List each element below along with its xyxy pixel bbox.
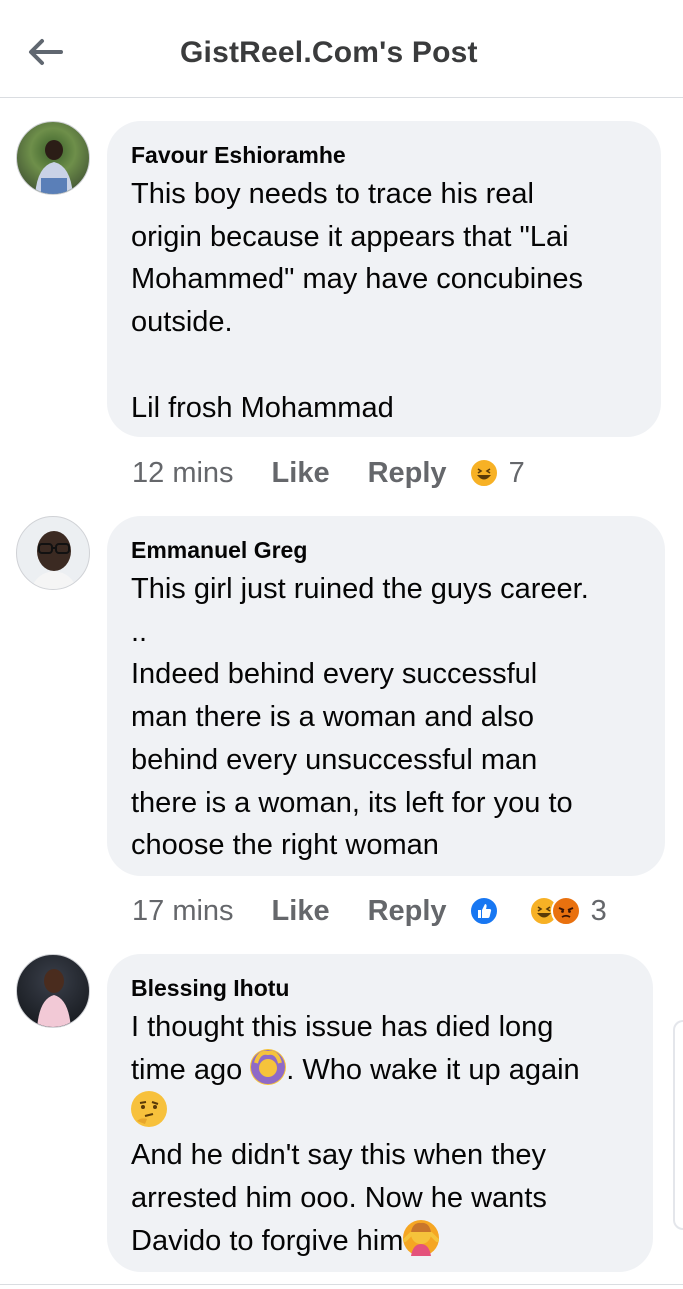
comment-text: I thought this issue has died long time … <box>131 1006 629 1262</box>
comment-author[interactable]: Blessing Ihotu <box>131 974 629 1002</box>
comment-text-line: Davido to forgive him <box>131 1224 404 1257</box>
scroll-edge-indicator <box>673 1020 683 1230</box>
comment-author[interactable]: Favour Eshioramhe <box>131 141 637 169</box>
reaction-count: 7 <box>508 456 525 489</box>
comment-text: This girl just ruined the guys career. .… <box>131 573 589 862</box>
like-reaction-icon <box>468 896 499 926</box>
back-button[interactable] <box>22 34 68 70</box>
reaction-summary[interactable]: 7 <box>468 456 525 490</box>
comment-bubble: Blessing Ihotu I thought this issue has … <box>107 954 653 1272</box>
person-shrugging-emoji-icon <box>403 1219 440 1256</box>
woman-gesturing-ok-emoji-icon <box>250 1048 287 1085</box>
angry-reaction-icon <box>550 896 581 926</box>
comment-author[interactable]: Emmanuel Greg <box>131 536 641 564</box>
divider <box>0 1284 683 1285</box>
comment-text-line: And he didn't say this when they <box>131 1139 547 1172</box>
comment-text-line: time ago <box>131 1053 251 1086</box>
comment-text: This boy needs to trace his real origin … <box>131 178 583 424</box>
thinking-face-emoji-icon <box>131 1091 167 1128</box>
comment-text-line: I thought this issue has died long <box>131 1011 554 1043</box>
reaction-count: 3 <box>590 894 607 927</box>
comment-actions: 12 mins Like Reply 7 <box>132 453 525 493</box>
comment-time[interactable]: 12 mins <box>132 457 234 490</box>
like-button[interactable]: Like <box>272 457 330 490</box>
comment-actions: 17 mins Like Reply 3 <box>132 891 607 931</box>
like-button[interactable]: Like <box>272 895 330 928</box>
reply-button[interactable]: Reply <box>368 895 447 928</box>
reaction-summary[interactable]: 3 <box>468 894 607 928</box>
avatar[interactable] <box>16 516 90 590</box>
page-title: GistReel.Com's Post <box>180 36 478 69</box>
haha-reaction-icon <box>468 458 499 488</box>
comment-text-line: . Who wake it up again <box>286 1053 580 1086</box>
back-arrow-icon <box>29 39 63 65</box>
comment-bubble: Favour Eshioramhe This boy needs to trac… <box>107 121 661 437</box>
post-header: GistReel.Com's Post <box>0 0 683 98</box>
reply-button[interactable]: Reply <box>368 457 447 490</box>
comment-bubble: Emmanuel Greg This girl just ruined the … <box>107 516 665 876</box>
avatar[interactable] <box>16 121 90 195</box>
avatar[interactable] <box>16 954 90 1028</box>
comment-text-line: arrested him ooo. Now he wants <box>131 1181 547 1214</box>
comment-time[interactable]: 17 mins <box>132 895 234 928</box>
